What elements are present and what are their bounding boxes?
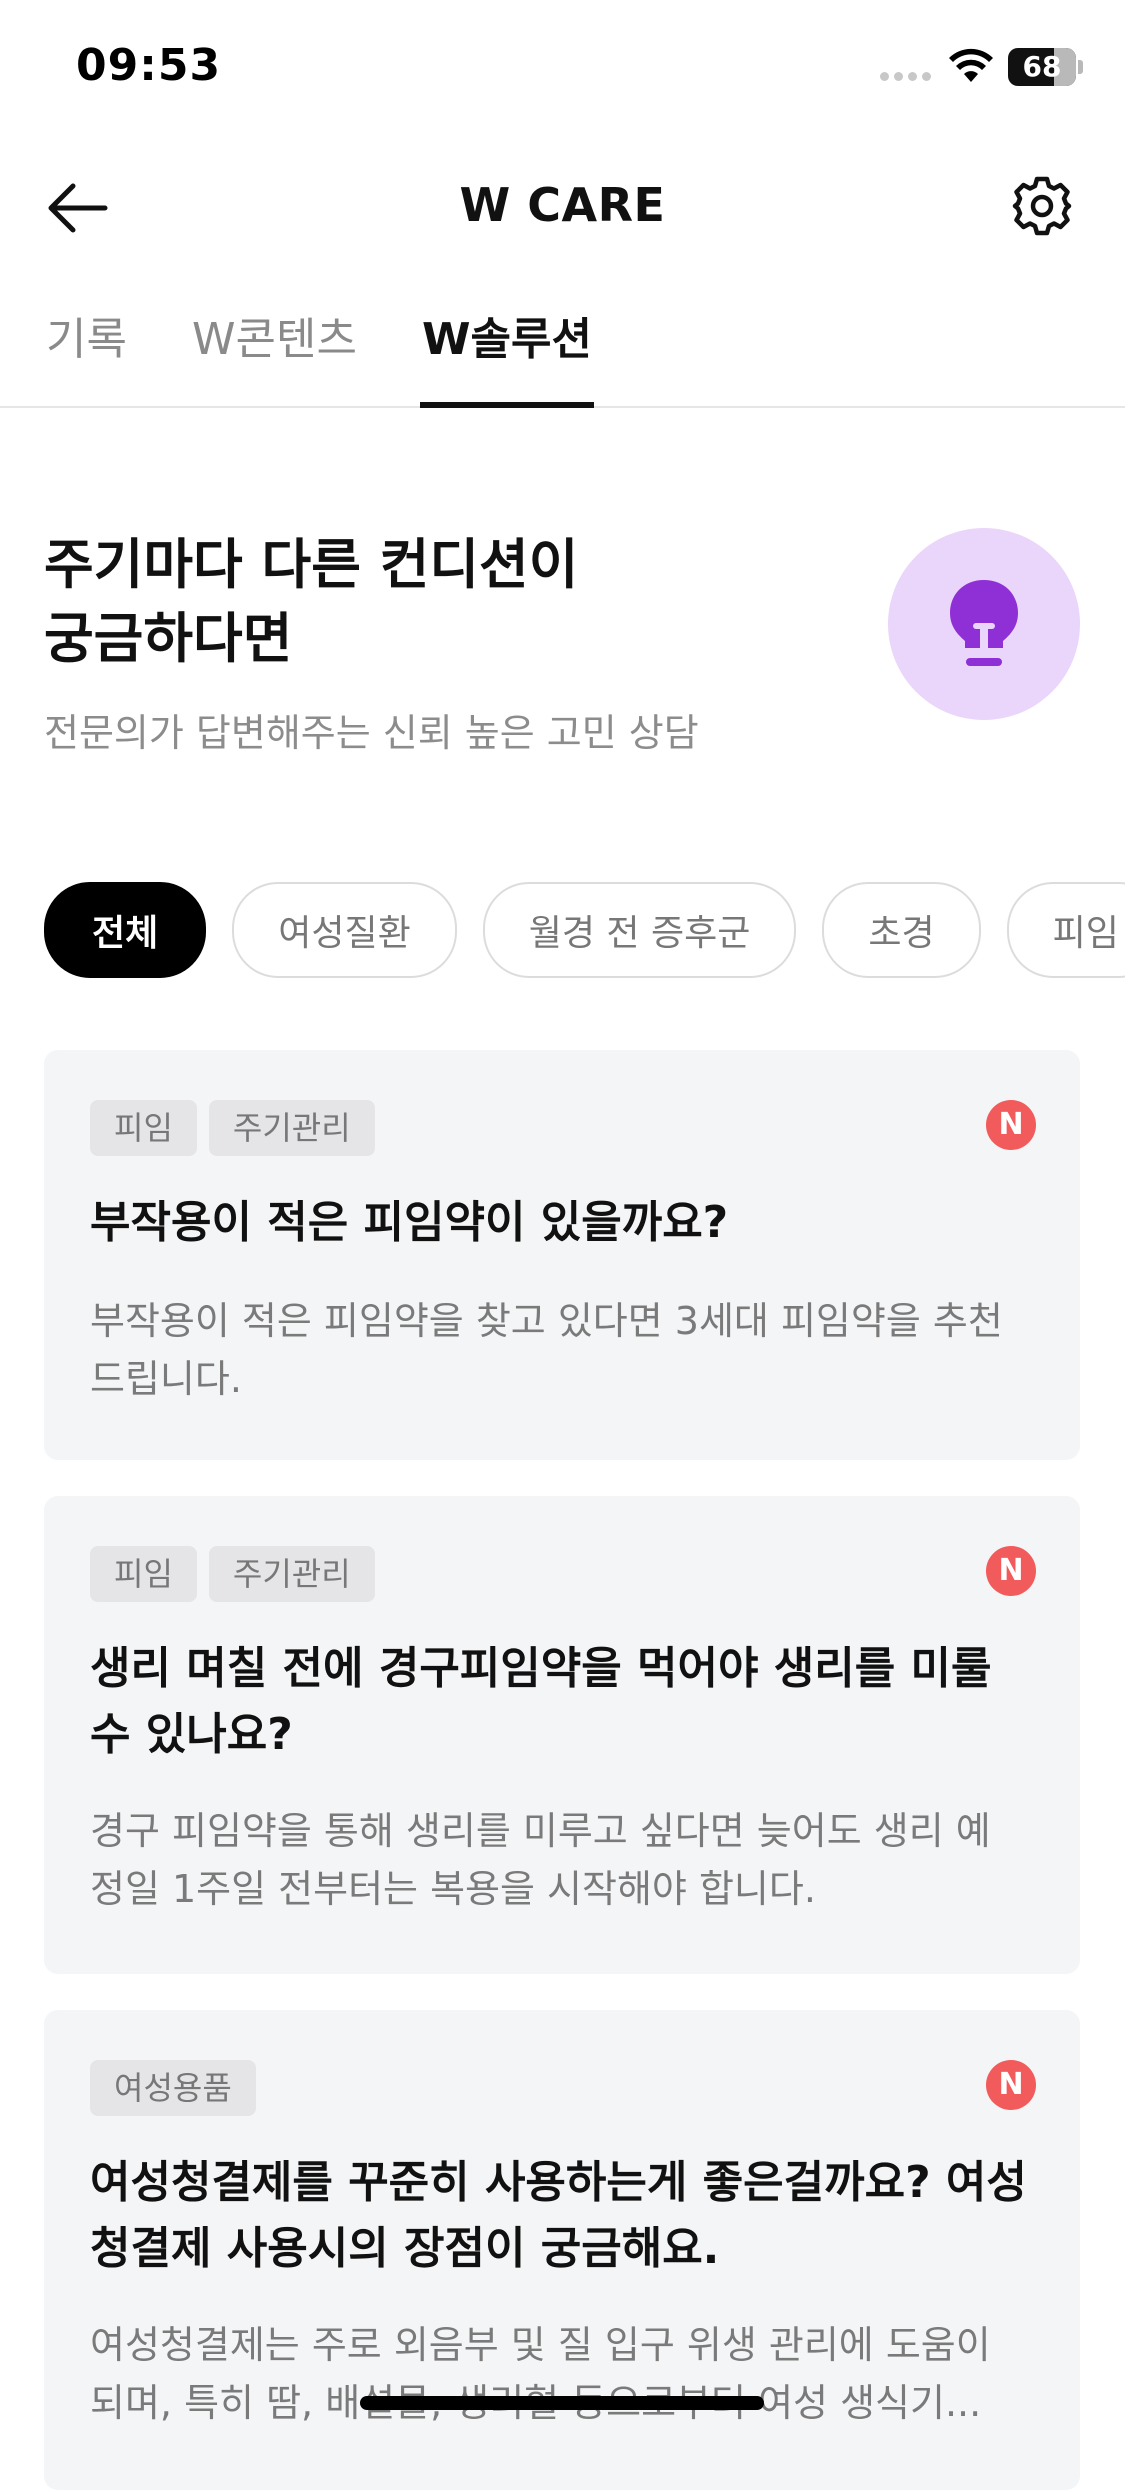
card-description: 여성청결제는 주로 외음부 및 질 입구 위생 관리에 도움이 되며, 특히 땀… bbox=[90, 2323, 991, 2425]
tab-w-contents[interactable]: W콘텐츠 bbox=[192, 310, 357, 406]
qa-card[interactable]: 여성용품 N 여성청결제를 꾸준히 사용하는게 좋은걸까요? 여성 청결제 사용… bbox=[44, 2010, 1080, 2490]
qa-card[interactable]: 피임 주기관리 N 생리 며칠 전에 경구피임약을 먹어야 생리를 미룰 수 있… bbox=[44, 1496, 1080, 1974]
home-indicator[interactable] bbox=[360, 2396, 764, 2410]
card-title: 생리 며칠 전에 경구피임약을 먹어야 생리를 미룰 수 있나요? bbox=[90, 1643, 992, 1760]
tag: 주기관리 bbox=[208, 1100, 375, 1156]
hero-title-line-2: 궁금하다면 bbox=[44, 607, 293, 670]
category-chips: 전체 여성질환 월경 전 증후군 초경 피임 bbox=[44, 882, 1125, 978]
tab-bar: 기록 W콘텐츠 W솔루션 bbox=[0, 290, 1125, 408]
lightbulb-icon bbox=[950, 580, 1018, 666]
gear-icon bbox=[1012, 176, 1072, 236]
hero-title-line-1: 주기마다 다른 컨디션이 bbox=[44, 533, 579, 596]
chip-contraception[interactable]: 피임 bbox=[1006, 882, 1125, 978]
tab-w-solution[interactable]: W솔루션 bbox=[422, 310, 592, 406]
qa-card[interactable]: 피임 주기관리 N 부작용이 적은 피임약이 있을까요? 부작용이 적은 피임약… bbox=[44, 1050, 1080, 1460]
app-header: W CARE bbox=[0, 140, 1125, 270]
card-title: 여성청결제를 꾸준히 사용하는게 좋은걸까요? 여성 청결제 사용시의 장점이 … bbox=[90, 2157, 1027, 2274]
card-tags: 여성용품 bbox=[90, 2060, 256, 2116]
new-badge: N bbox=[986, 1100, 1036, 1150]
status-bar: 09:53 68 bbox=[0, 0, 1125, 132]
tag: 여성용품 bbox=[90, 2060, 256, 2116]
new-badge: N bbox=[986, 2060, 1036, 2110]
hero-subtitle: 전문의가 답변해주는 신뢰 높은 고민 상담 bbox=[44, 711, 699, 755]
card-description: 경구 피임약을 통해 생리를 미루고 싶다면 늦어도 생리 예 정일 1주일 전… bbox=[90, 1809, 991, 1911]
battery-level: 68 bbox=[1022, 50, 1062, 83]
tab-record[interactable]: 기록 bbox=[46, 310, 127, 406]
card-title: 부작용이 적은 피임약이 있을까요? bbox=[90, 1197, 729, 1248]
tag: 주기관리 bbox=[208, 1546, 375, 1602]
chip-pms[interactable]: 월경 전 증후군 bbox=[482, 882, 797, 978]
active-tab-indicator bbox=[420, 402, 594, 408]
chip-first-period[interactable]: 초경 bbox=[822, 882, 981, 978]
hero-icon-circle bbox=[888, 528, 1080, 720]
cellular-signal-icon bbox=[880, 72, 931, 81]
wifi-icon bbox=[949, 48, 993, 82]
battery-tip bbox=[1078, 60, 1083, 74]
card-description: 부작용이 적은 피임약을 찾고 있다면 3세대 피임약을 추천 드립니다. bbox=[90, 1299, 1003, 1401]
battery-icon: 68 bbox=[1008, 48, 1076, 86]
hero-title: 주기마다 다른 컨디션이 궁금하다면 bbox=[44, 528, 824, 676]
page-title: W CARE bbox=[459, 178, 666, 232]
card-tags: 피임 주기관리 bbox=[90, 1546, 375, 1602]
status-time: 09:53 bbox=[76, 40, 222, 91]
card-tags: 피임 주기관리 bbox=[90, 1100, 375, 1156]
new-badge: N bbox=[986, 1546, 1036, 1596]
chip-all[interactable]: 전체 bbox=[44, 882, 207, 978]
tag: 피임 bbox=[90, 1546, 197, 1602]
chip-womens-disease[interactable]: 여성질환 bbox=[232, 882, 457, 978]
tag: 피임 bbox=[90, 1100, 197, 1156]
settings-button[interactable] bbox=[1004, 168, 1080, 244]
